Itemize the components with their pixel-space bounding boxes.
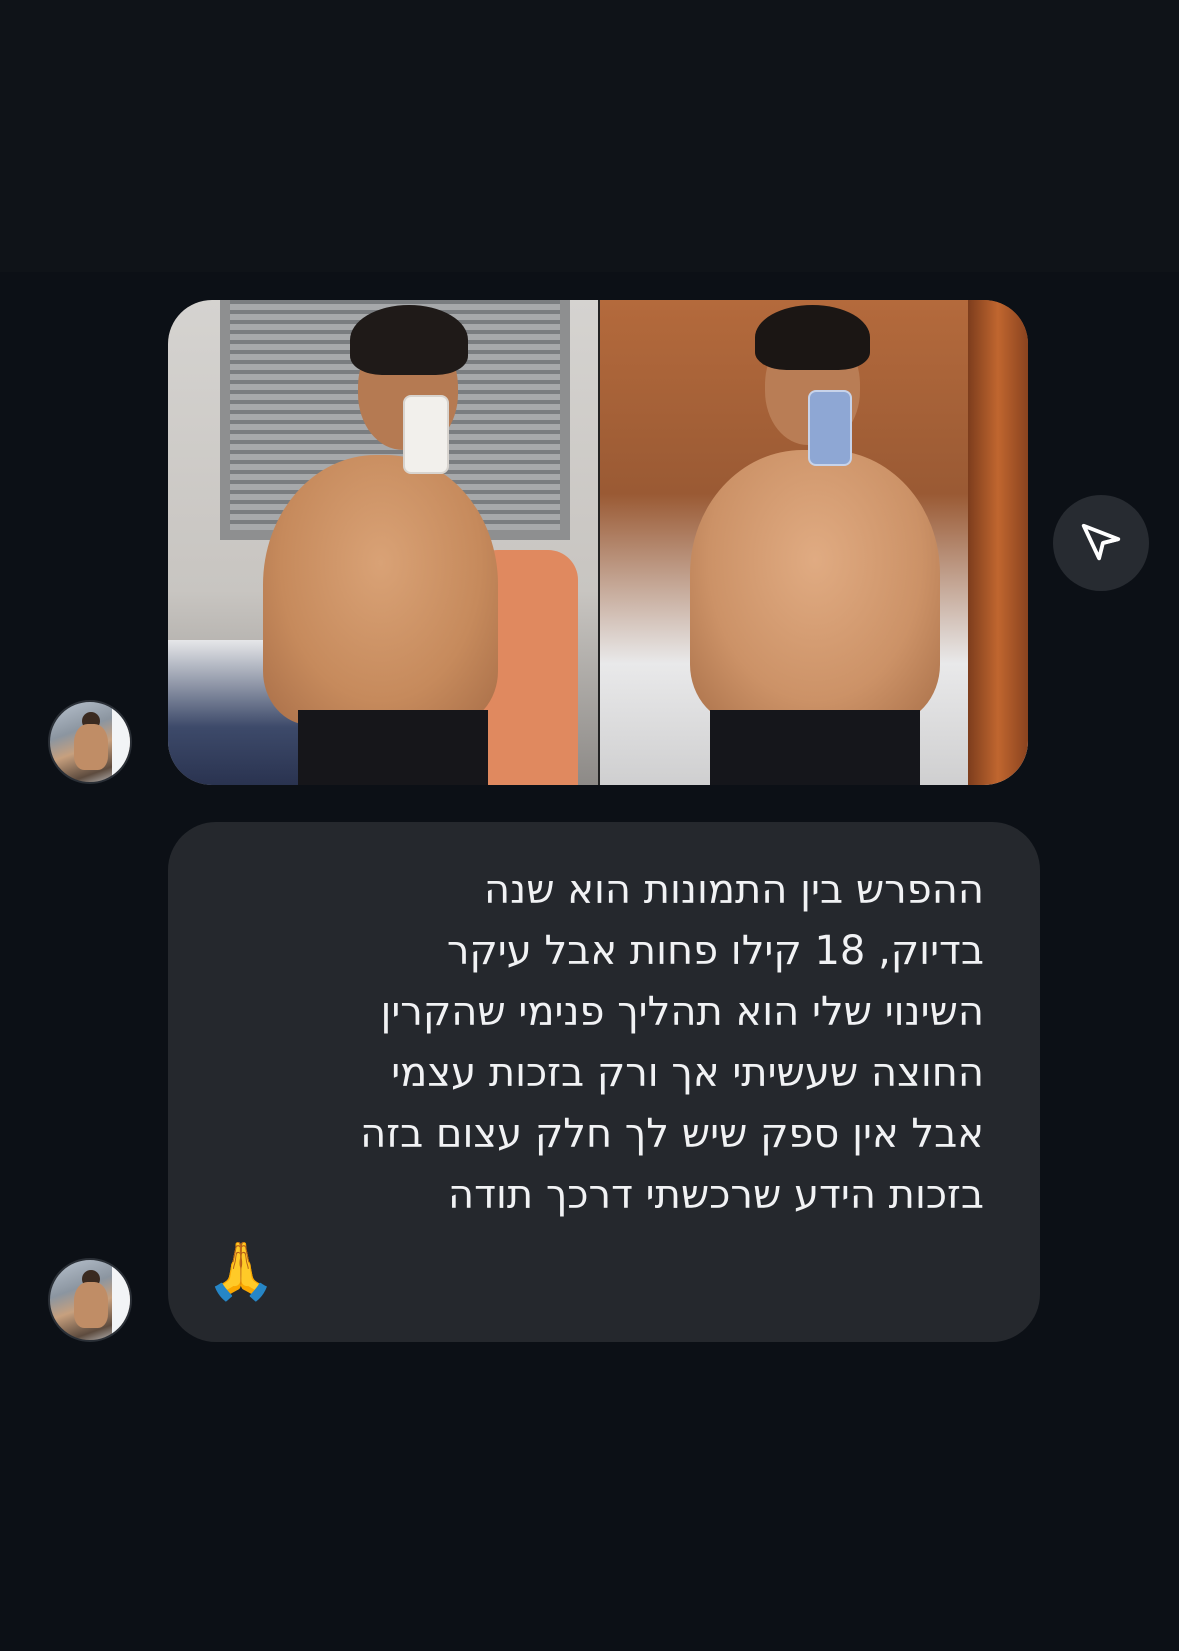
text-message-bubble[interactable]: ההפרש בין התמונות הוא שנה בדיוק, 18 קילו…: [168, 822, 1040, 1342]
message-line: בדיוק, 18 קילו פחות אבל עיקר: [446, 928, 984, 974]
avatar-body: [74, 1282, 108, 1328]
avatar-window: [112, 702, 130, 782]
hair: [350, 305, 468, 375]
pants: [710, 710, 920, 785]
message-line: ההפרש בין התמונות הוא שנה: [484, 867, 984, 913]
avatar[interactable]: [48, 1258, 132, 1342]
message-line: החוצה שעשיתי אך ורק בזכות עצמי: [391, 1050, 984, 1096]
share-button[interactable]: [1053, 495, 1149, 591]
hair: [755, 305, 870, 370]
phone: [808, 390, 852, 466]
avatar-body: [74, 724, 108, 770]
torso: [263, 455, 498, 725]
before-after-photo-message[interactable]: [168, 300, 1028, 785]
message-text: ההפרש בין התמונות הוא שנה בדיוק, 18 קילו…: [206, 860, 984, 1226]
message-line: השינוי שלי הוא תהליך פנימי שהקרין: [380, 989, 984, 1035]
before-photo: [168, 300, 598, 785]
pants: [298, 710, 488, 785]
top-band: [0, 0, 1179, 272]
door-frame: [968, 300, 1028, 785]
after-photo: [600, 300, 1028, 785]
torso: [690, 450, 940, 725]
send-paper-plane-icon: [1081, 523, 1121, 561]
message-line: אבל אין ספק שיש לך חלק עצום בזה: [360, 1111, 984, 1157]
avatar[interactable]: [48, 700, 132, 784]
avatar-window: [112, 1260, 130, 1340]
folded-hands-emoji: 🙏: [206, 1239, 276, 1304]
phone: [403, 395, 449, 474]
message-line: בזכות הידע שרכשתי דרכך תודה: [448, 1172, 984, 1218]
